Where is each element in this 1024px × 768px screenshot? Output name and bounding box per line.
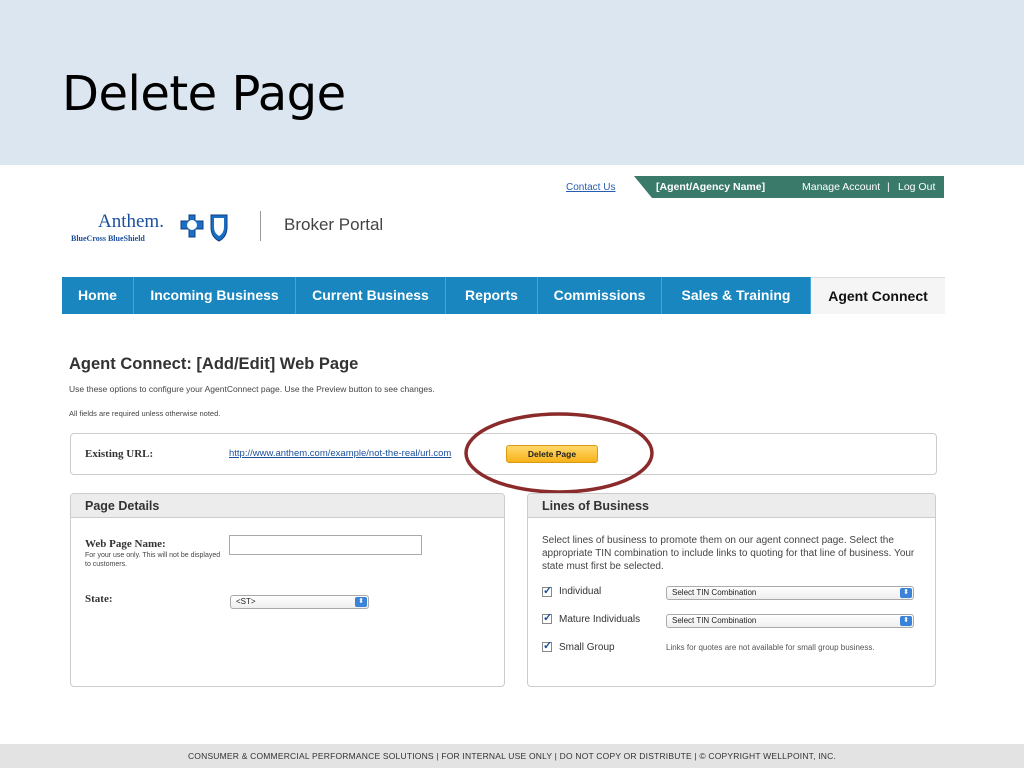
logo-divider (260, 211, 261, 241)
individual-checkbox[interactable] (542, 584, 552, 597)
small-group-label: Small Group (559, 642, 615, 653)
lines-of-business-title: Lines of Business (528, 494, 935, 518)
nav-incoming-business[interactable]: Incoming Business (134, 277, 296, 314)
utility-separator: | (887, 181, 890, 193)
small-group-checkbox[interactable] (542, 639, 552, 652)
select-arrow-icon: ⬍ (900, 616, 912, 626)
main-nav: Home Incoming Business Current Business … (62, 277, 945, 314)
page-description: Use these options to configure your Agen… (69, 384, 435, 394)
individual-tin-select[interactable]: Select TIN Combination ⬍ (666, 586, 914, 600)
individual-tin-value: Select TIN Combination (672, 588, 757, 597)
anthem-wordmark: Anthem. (98, 211, 164, 232)
page-heading: Agent Connect: [Add/Edit] Web Page (69, 355, 359, 373)
nav-agent-connect[interactable]: Agent Connect (811, 277, 945, 314)
mature-individuals-label: Mature Individuals (559, 614, 641, 625)
agent-name-label: [Agent/Agency Name] (656, 181, 766, 193)
broker-portal-label: Broker Portal (284, 215, 384, 234)
mature-individuals-tin-select[interactable]: Select TIN Combination ⬍ (666, 614, 914, 628)
lob-description: Select lines of business to promote them… (542, 535, 915, 572)
select-arrow-icon: ⬍ (900, 588, 912, 598)
callout-ellipse (462, 410, 656, 501)
state-select[interactable]: <ST> ⬍ (230, 595, 369, 609)
existing-url-link[interactable]: http://www.anthem.com/example/not-the-re… (229, 448, 451, 459)
nav-home[interactable]: Home (62, 277, 134, 314)
existing-url-label: Existing URL: (85, 448, 154, 460)
page-details-panel: Page Details (70, 493, 505, 687)
mature-individuals-checkbox[interactable] (542, 611, 552, 624)
slide-title: Delete Page (62, 66, 346, 122)
state-label: State: (85, 593, 113, 605)
web-page-name-label: Web Page Name: (85, 538, 166, 550)
logout-link[interactable]: Log Out (898, 181, 935, 193)
web-page-name-input[interactable] (229, 535, 422, 555)
nav-current-business[interactable]: Current Business (296, 277, 446, 314)
manage-account-link[interactable]: Manage Account (802, 181, 880, 193)
contact-us-link[interactable]: Contact Us (566, 182, 615, 193)
state-select-value: <ST> (236, 597, 256, 606)
nav-commissions[interactable]: Commissions (538, 277, 662, 314)
nav-sales-training[interactable]: Sales & Training (662, 277, 811, 314)
bcbs-subtitle: BlueCross BlueShield (71, 234, 145, 243)
slide-footer: CONSUMER & COMMERCIAL PERFORMANCE SOLUTI… (0, 744, 1024, 768)
bcbs-logo-icon (173, 209, 231, 248)
select-arrow-icon: ⬍ (355, 597, 367, 607)
nav-reports[interactable]: Reports (446, 277, 538, 314)
page-details-title: Page Details (71, 494, 504, 518)
mature-individuals-tin-value: Select TIN Combination (672, 616, 757, 625)
small-group-note: Links for quotes are not available for s… (666, 643, 875, 652)
web-page-name-help: For your use only. This will not be disp… (85, 552, 221, 568)
required-note: All fields are required unless otherwise… (69, 409, 221, 418)
individual-label: Individual (559, 586, 602, 597)
